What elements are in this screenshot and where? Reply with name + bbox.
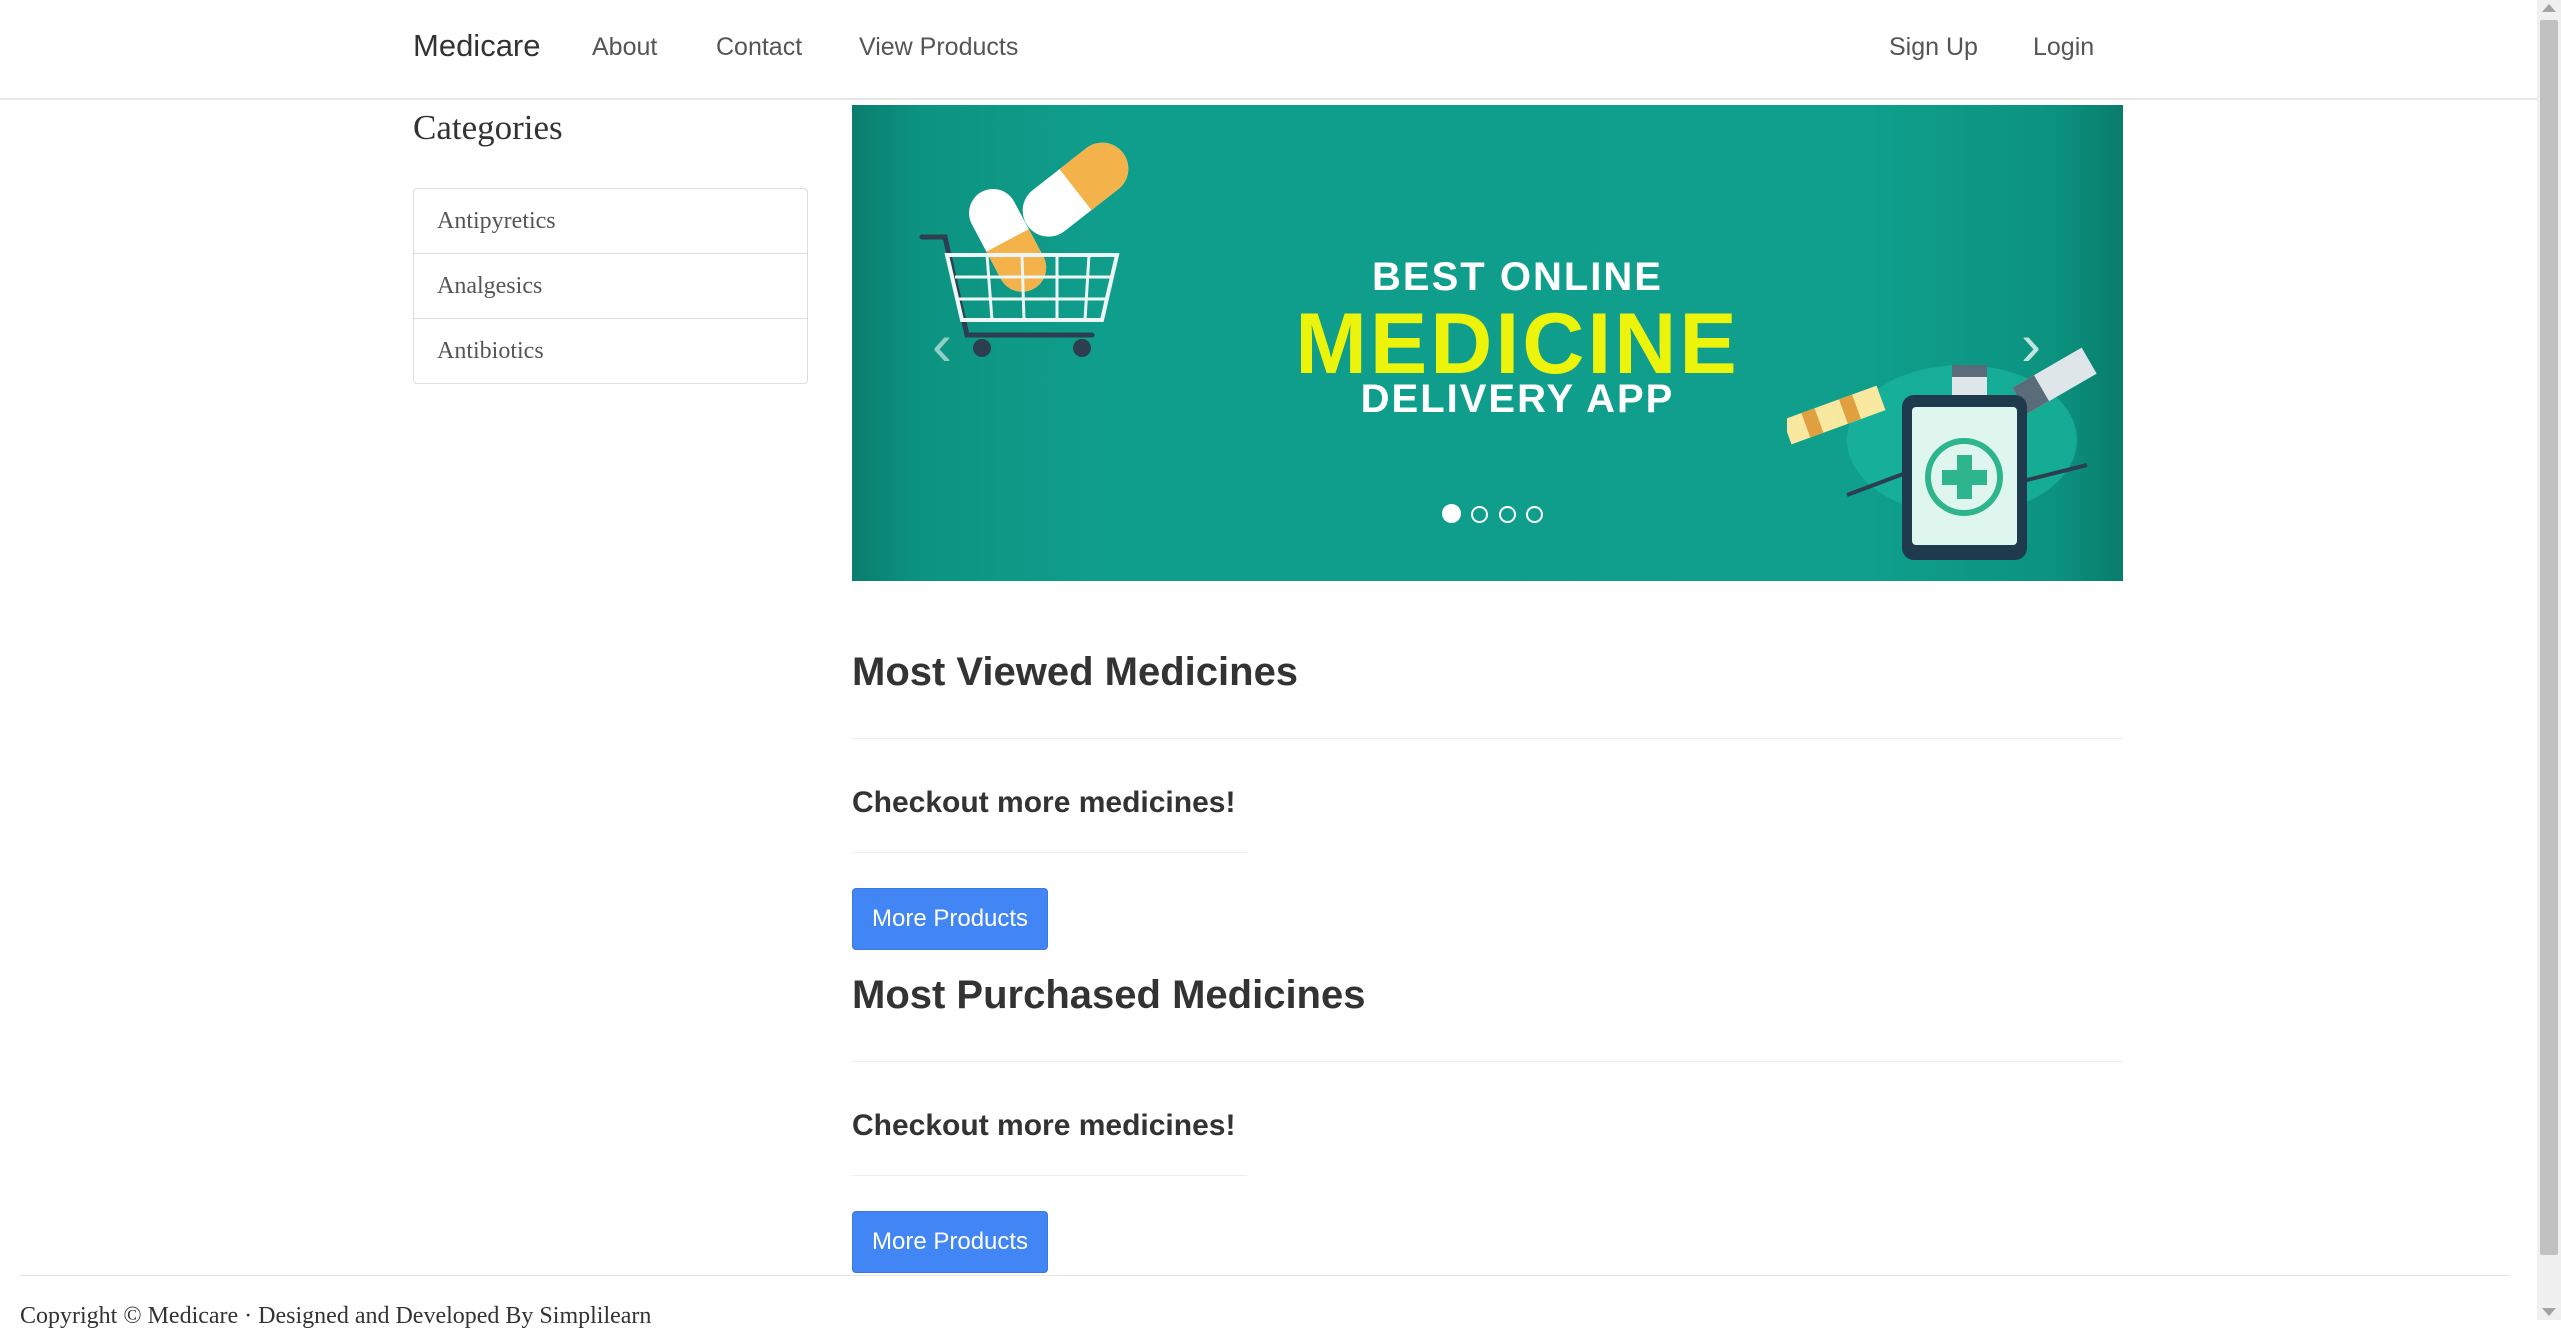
carousel-next-icon[interactable]: › xyxy=(2021,315,2041,375)
section-title: Most Viewed Medicines xyxy=(852,650,1299,694)
categories-heading: Categories xyxy=(413,108,563,147)
phone-medical-icon xyxy=(1787,347,2097,560)
footer-divider xyxy=(20,1275,2510,1276)
nav-link-sign-up[interactable]: Sign Up xyxy=(1889,33,1978,62)
carousel-indicator-4[interactable] xyxy=(1526,506,1544,523)
more-products-button[interactable]: More Products xyxy=(852,1211,1049,1273)
nav-link-about[interactable]: About xyxy=(592,33,657,62)
section-title: Most Purchased Medicines xyxy=(852,973,1366,1017)
carousel-indicator-3[interactable] xyxy=(1498,506,1516,523)
scroll-up-icon[interactable] xyxy=(2542,4,2556,12)
category-item-analgesics[interactable]: Analgesics xyxy=(414,254,807,319)
divider xyxy=(852,852,1247,853)
scrollbar-thumb[interactable] xyxy=(2540,20,2558,1255)
category-item-antipyretics[interactable]: Antipyretics xyxy=(414,189,807,254)
top-navbar: Medicare About Contact View Products Sig… xyxy=(0,0,2537,100)
divider xyxy=(852,1061,2123,1062)
footer-copyright: Copyright © Medicare · Designed and Deve… xyxy=(20,1303,652,1329)
section-subtitle: Checkout more medicines! xyxy=(852,786,1236,819)
carousel-indicator-2[interactable] xyxy=(1471,506,1489,523)
hero-carousel: BEST ONLINE MEDICINE DELIVERY APP ‹ › xyxy=(852,105,2123,581)
carousel-indicators xyxy=(1442,504,1549,528)
most-viewed-section: Most Viewed Medicines Checkout more medi… xyxy=(852,650,2123,950)
divider xyxy=(852,738,2123,739)
nav-link-contact[interactable]: Contact xyxy=(716,33,802,62)
carousel-prev-icon[interactable]: ‹ xyxy=(932,315,952,375)
divider xyxy=(852,1175,1247,1176)
category-item-antibiotics[interactable]: Antibiotics xyxy=(414,319,807,383)
category-list: Antipyretics Analgesics Antibiotics xyxy=(413,188,808,384)
nav-link-login[interactable]: Login xyxy=(2033,33,2094,62)
banner-text-line1: BEST ONLINE xyxy=(1372,255,1663,299)
nav-link-view-products[interactable]: View Products xyxy=(859,33,1018,62)
more-products-button[interactable]: More Products xyxy=(852,888,1049,950)
vertical-scrollbar[interactable] xyxy=(2537,0,2561,1320)
carousel-indicator-1[interactable] xyxy=(1442,504,1461,523)
brand-logo[interactable]: Medicare xyxy=(413,28,541,64)
scroll-down-icon[interactable] xyxy=(2542,1308,2556,1316)
most-purchased-section: Most Purchased Medicines Checkout more m… xyxy=(852,973,2123,1273)
section-subtitle: Checkout more medicines! xyxy=(852,1109,1236,1142)
